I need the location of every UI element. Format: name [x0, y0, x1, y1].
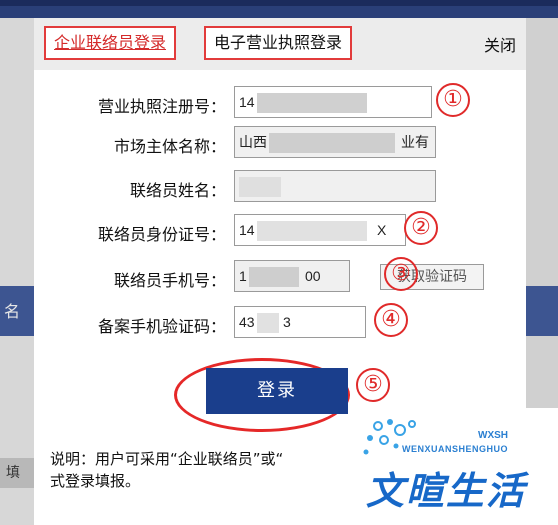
redaction-blur: [257, 93, 367, 113]
close-button[interactable]: 关闭: [484, 32, 516, 56]
login-button[interactable]: 登录: [206, 368, 348, 414]
redaction-blur: [249, 267, 299, 287]
step-marker-2: ②: [404, 211, 438, 245]
step-marker-4: ④: [374, 303, 408, 337]
background-text-2: 填: [6, 465, 20, 481]
watermark-short: WXSH: [478, 430, 508, 441]
redaction-blur: [239, 177, 281, 197]
background-right-band: [526, 286, 558, 336]
form-row-liaison-name: 联络员姓名：: [34, 170, 526, 204]
form-row-license-no: 营业执照注册号： 14 ①: [34, 83, 526, 120]
entity-name-label: 市场主体名称：: [113, 137, 226, 156]
liaison-id-input[interactable]: 14 X: [234, 214, 406, 246]
redaction-blur: [257, 221, 367, 241]
background-text: 名: [4, 302, 21, 321]
liaison-phone-label: 联络员手机号：: [113, 271, 226, 290]
background-header-stripe: [0, 0, 558, 6]
form-row-liaison-phone: 联络员手机号： 1 00 获取验证码 ③: [34, 257, 526, 294]
tab-liaison-login[interactable]: 企业联络员登录: [44, 26, 177, 60]
instructions-text-line2: 式登录填报。: [50, 472, 141, 490]
form-row-entity-name: 市场主体名称： 山西 业有: [34, 126, 526, 160]
redaction-blur: [269, 133, 395, 153]
watermark-logo: WXSH WENXUANSHENGHUO 文暄生活: [350, 408, 558, 525]
liaison-phone-input[interactable]: 1 00: [234, 260, 350, 292]
step-marker-5: ⑤: [356, 368, 390, 402]
liaison-id-label: 联络员身份证号：: [97, 225, 226, 244]
watermark-chinese: 文暄生活: [366, 469, 527, 513]
verify-code-input[interactable]: 43 3: [234, 306, 366, 338]
tab-bar: 企业联络员登录 电子营业执照登录 关闭: [34, 18, 526, 70]
bubbles-icon: [363, 419, 416, 455]
license-no-input[interactable]: 14: [234, 86, 432, 118]
liaison-name-label: 联络员姓名：: [129, 181, 226, 200]
liaison-name-input[interactable]: [234, 170, 436, 202]
license-no-label: 营业执照注册号：: [97, 97, 226, 116]
redaction-blur: [257, 313, 279, 333]
verify-code-label: 备案手机验证码：: [97, 317, 226, 336]
entity-name-input[interactable]: 山西 业有: [234, 126, 436, 158]
tab-e-license-login[interactable]: 电子营业执照登录: [204, 26, 353, 60]
step-marker-3: ③: [384, 257, 418, 291]
background-left: [0, 18, 34, 525]
watermark-english: WENXUANSHENGHUO: [402, 444, 509, 454]
step-marker-1: ①: [436, 83, 470, 117]
form-row-verify-code: 备案手机验证码： 43 3 ④: [34, 303, 526, 340]
form-row-liaison-id: 联络员身份证号： 14 X ②: [34, 211, 526, 248]
